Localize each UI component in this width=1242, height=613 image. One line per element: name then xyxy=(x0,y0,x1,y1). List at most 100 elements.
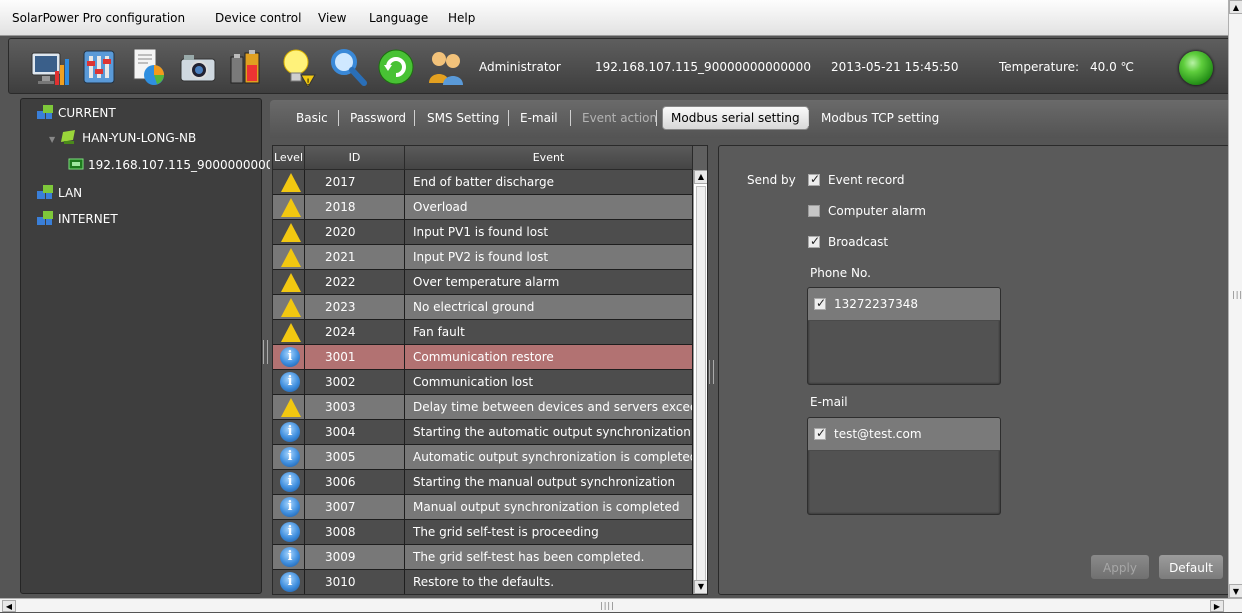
tree-splitter[interactable] xyxy=(263,340,268,364)
computer-alarm-checkbox[interactable] xyxy=(808,205,820,217)
table-row[interactable]: i 3005 Automatic output synchronization is… xyxy=(273,445,693,470)
default-button[interactable]: Default xyxy=(1158,554,1224,580)
table-row[interactable]: 2023 No electrical ground xyxy=(273,295,693,320)
table-header: Level ID Event xyxy=(273,146,693,170)
menu-device-control[interactable]: Device control xyxy=(215,11,301,25)
tree-expand-icon[interactable]: ▼ xyxy=(49,135,55,144)
phone-list[interactable]: 13272237348 xyxy=(807,287,1001,385)
tree-node-lan[interactable]: LAN xyxy=(37,185,82,200)
warning-icon xyxy=(281,223,301,242)
scroll-grip: ||| xyxy=(1232,290,1242,299)
table-row[interactable]: i 3006 Starting the manual output synchron… xyxy=(273,470,693,495)
tab-modbus-serial-setting[interactable]: Modbus serial setting xyxy=(662,106,809,130)
tab-basic[interactable]: Basic xyxy=(296,111,328,125)
computer-alarm-label: Computer alarm xyxy=(828,204,926,218)
menu-language[interactable]: Language xyxy=(369,11,428,25)
event-record-checkbox[interactable] xyxy=(808,172,820,186)
table-row[interactable]: 2018 Overload xyxy=(273,195,693,220)
event-name-cell: Restore to the defaults. xyxy=(405,570,693,594)
table-row[interactable]: 2024 Fan fault xyxy=(273,320,693,345)
warning-icon xyxy=(281,248,301,267)
table-row[interactable]: i 3004 Starting the automatic output synch… xyxy=(273,420,693,445)
current-user: Administrator xyxy=(479,60,561,74)
email-item-value: test@test.com xyxy=(834,427,922,441)
monitor-chart-icon[interactable] xyxy=(31,47,69,87)
tab-email[interactable]: E-mail xyxy=(520,111,558,125)
scroll-down-icon[interactable]: ▼ xyxy=(1229,584,1242,598)
warning-icon xyxy=(281,323,301,342)
broadcast-label: Broadcast xyxy=(828,235,889,249)
scroll-up-icon[interactable]: ▲ xyxy=(694,170,707,184)
lightbulb-icon[interactable]: ! xyxy=(279,47,317,87)
email-list[interactable]: test@test.com xyxy=(807,417,1001,515)
search-icon[interactable] xyxy=(329,47,367,87)
phone-item-value: 13272237348 xyxy=(834,297,918,311)
table-row[interactable]: 2020 Input PV1 is found lost xyxy=(273,220,693,245)
table-row[interactable]: 2017 End of batter discharge xyxy=(273,170,693,195)
tree-label-internet: INTERNET xyxy=(58,212,118,226)
table-row[interactable]: i 3009 The grid self-test has been complet… xyxy=(273,545,693,570)
column-header-level[interactable]: Level xyxy=(273,146,305,170)
table-row[interactable]: 2021 Input PV2 is found lost xyxy=(273,245,693,270)
event-table: Level ID Event 2017 End of batter dischar… xyxy=(272,145,708,595)
battery-icon[interactable] xyxy=(227,47,265,87)
scroll-left-icon[interactable]: ◀ xyxy=(2,600,16,612)
tab-event-action[interactable]: Event action xyxy=(582,111,657,125)
level-cell xyxy=(273,245,305,270)
datetime: 2013-05-21 15:45:50 xyxy=(831,60,959,74)
table-row[interactable]: i 3008 The grid self-test is proceeding xyxy=(273,520,693,545)
apply-button[interactable]: Apply xyxy=(1090,554,1150,580)
tree-node-internet[interactable]: INTERNET xyxy=(37,211,118,226)
phone-item-checkbox[interactable] xyxy=(814,296,826,310)
scroll-thumb[interactable] xyxy=(696,186,706,594)
network-icon xyxy=(37,105,53,119)
tab-sms-setting[interactable]: SMS Setting xyxy=(427,111,499,125)
table-row[interactable]: 2022 Over temperature alarm xyxy=(273,270,693,295)
table-row[interactable]: i 3002 Communication lost xyxy=(273,370,693,395)
event-name-cell: Communication lost xyxy=(405,370,693,395)
column-header-id[interactable]: ID xyxy=(305,146,405,170)
table-row[interactable]: i 3010 Restore to the defaults. xyxy=(273,570,693,594)
scroll-right-icon[interactable]: ▶ xyxy=(1210,600,1224,612)
menu-view[interactable]: View xyxy=(318,11,346,25)
scroll-down-icon[interactable]: ▼ xyxy=(694,580,707,594)
send-settings-panel: Send by Event record Computer alarm Broa… xyxy=(718,145,1230,595)
tab-modbus-tcp-setting[interactable]: Modbus TCP setting xyxy=(821,111,939,125)
refresh-icon[interactable] xyxy=(377,47,415,87)
column-header-event[interactable]: Event xyxy=(405,146,693,170)
tree-node-current[interactable]: CURRENT xyxy=(37,105,116,120)
event-record-label: Event record xyxy=(828,173,905,187)
tab-password[interactable]: Password xyxy=(350,111,406,125)
menu-help[interactable]: Help xyxy=(448,11,475,25)
panel-splitter[interactable] xyxy=(709,360,714,384)
list-item[interactable]: test@test.com xyxy=(808,418,1000,451)
list-item[interactable]: 13272237348 xyxy=(808,288,1000,321)
scroll-up-icon[interactable]: ▲ xyxy=(1229,0,1242,14)
tree-node-device[interactable]: 192.168.107.115_90000000000 xyxy=(67,157,281,172)
table-row[interactable]: 3003 Delay time between devices and serve… xyxy=(273,395,693,420)
event-id-cell: 3010 xyxy=(305,570,405,594)
table-row[interactable]: i 3001 Communication restore xyxy=(273,345,693,370)
window-vertical-scrollbar[interactable]: ▲ ||| ▼ xyxy=(1228,0,1242,598)
menu-solarpower-config[interactable]: SolarPower Pro configuration xyxy=(12,11,185,25)
device-id: 192.168.107.115_90000000000000 xyxy=(595,60,811,74)
scroll-grip: |||| xyxy=(600,601,615,610)
warning-icon xyxy=(281,273,301,292)
info-icon: i xyxy=(280,372,300,392)
report-icon[interactable] xyxy=(129,47,167,87)
level-cell: i xyxy=(273,570,305,594)
table-scrollbar[interactable]: ▲ ▼ xyxy=(693,170,707,594)
table-row[interactable]: i 3007 Manual output synchronization is co… xyxy=(273,495,693,520)
users-icon[interactable] xyxy=(427,47,465,87)
broadcast-checkbox[interactable] xyxy=(808,234,820,248)
event-id-cell: 2023 xyxy=(305,295,405,320)
phone-label: Phone No. xyxy=(810,266,871,280)
camera-icon[interactable] xyxy=(179,47,217,87)
host-icon xyxy=(61,130,76,144)
info-icon: i xyxy=(280,422,300,442)
network-icon xyxy=(37,185,53,199)
email-item-checkbox[interactable] xyxy=(814,426,826,440)
settings-tools-icon[interactable] xyxy=(81,47,119,87)
tree-node-host[interactable]: ▼ HAN-YUN-LONG-NB xyxy=(49,130,196,145)
window-horizontal-scrollbar[interactable]: ◀ |||| ▶ xyxy=(0,598,1242,612)
